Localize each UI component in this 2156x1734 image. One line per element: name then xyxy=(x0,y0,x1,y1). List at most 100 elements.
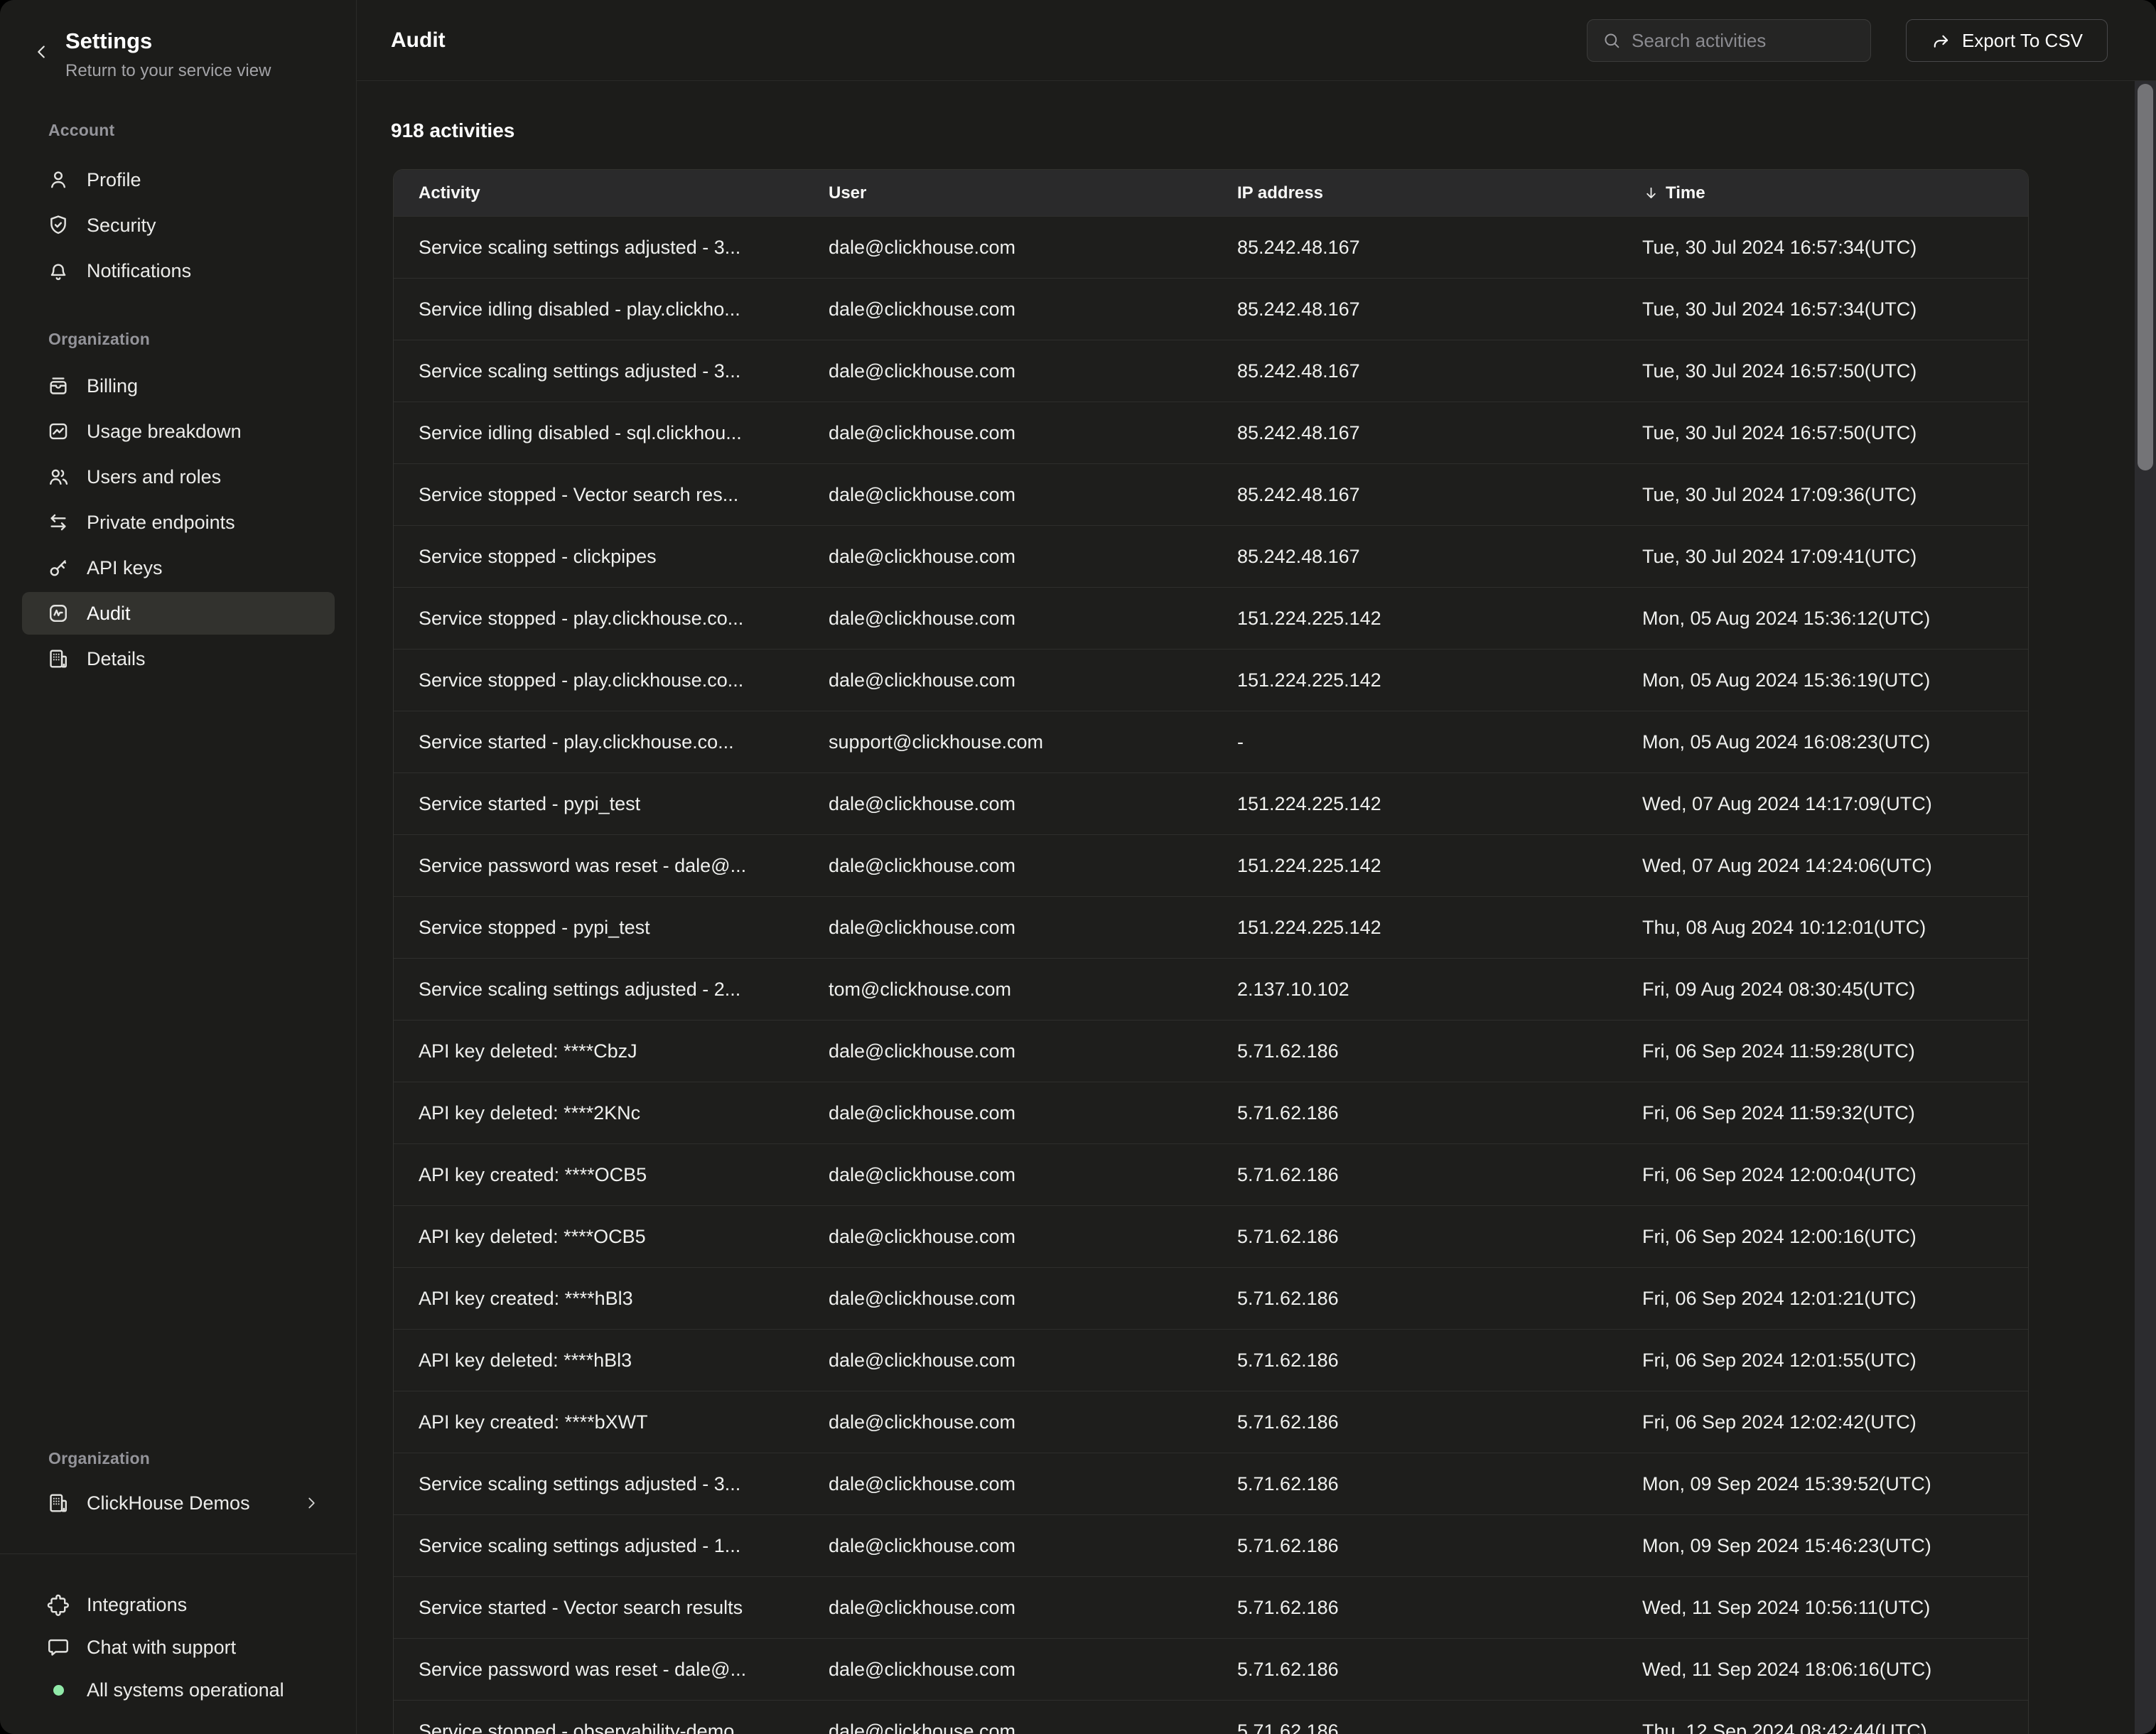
sidebar-item-billing[interactable]: Billing xyxy=(22,365,335,407)
building-icon xyxy=(45,1490,72,1517)
cell-time: Thu, 12 Sep 2024 08:42:44(UTC) xyxy=(1642,1720,2028,1734)
table-row[interactable]: API key deleted: ****2KNc dale@clickhous… xyxy=(394,1082,2028,1143)
cell-time: Tue, 30 Jul 2024 16:57:50(UTC) xyxy=(1642,422,2028,444)
cell-activity: Service stopped - play.clickhouse.co... xyxy=(419,608,829,630)
table-row[interactable]: Service started - Vector search results … xyxy=(394,1576,2028,1638)
cell-user: dale@clickhouse.com xyxy=(829,298,1237,321)
person-icon xyxy=(45,166,72,193)
sidebar-item-private-endpoints[interactable]: Private endpoints xyxy=(22,501,335,544)
sort-down-icon xyxy=(1642,184,1660,202)
cell-time: Tue, 30 Jul 2024 17:09:41(UTC) xyxy=(1642,546,2028,568)
sidebar-item-users-and-roles[interactable]: Users and roles xyxy=(22,456,335,498)
cell-activity: API key created: ****OCB5 xyxy=(419,1164,829,1186)
till-icon xyxy=(45,372,72,399)
table-row[interactable]: Service stopped - pypi_test dale@clickho… xyxy=(394,896,2028,958)
scrollbar-track[interactable] xyxy=(2135,81,2156,1734)
cell-ip-address: 5.71.62.186 xyxy=(1237,1535,1642,1557)
table-row[interactable]: Service idling disabled - play.clickho..… xyxy=(394,278,2028,340)
table-row[interactable]: API key deleted: ****CbzJ dale@clickhous… xyxy=(394,1020,2028,1082)
table-body: Service scaling settings adjusted - 3...… xyxy=(394,216,2028,1734)
cell-user: dale@clickhouse.com xyxy=(829,1411,1237,1433)
org-switcher-label: ClickHouse Demos xyxy=(87,1492,250,1514)
account-nav: Profile Security Notifications xyxy=(0,158,357,295)
table-row[interactable]: Service started - pypi_test dale@clickho… xyxy=(394,772,2028,834)
org-switcher-clickhouse-demos[interactable]: ClickHouse Demos xyxy=(22,1482,335,1524)
back-button[interactable] xyxy=(27,38,55,67)
cell-activity: API key deleted: ****CbzJ xyxy=(419,1040,829,1062)
settings-title: Settings xyxy=(65,28,152,54)
table-header-row: Activity User IP address Time xyxy=(394,170,2028,216)
search-box xyxy=(1587,19,1871,62)
cell-ip-address: 5.71.62.186 xyxy=(1237,1164,1642,1186)
cell-user: dale@clickhouse.com xyxy=(829,1535,1237,1557)
cell-activity: Service stopped - play.clickhouse.co... xyxy=(419,669,829,691)
search-input[interactable] xyxy=(1632,30,1870,52)
scrollbar-thumb[interactable] xyxy=(2138,84,2153,470)
column-header-time[interactable]: Time xyxy=(1642,183,2028,203)
table-row[interactable]: Service idling disabled - sql.clickhou..… xyxy=(394,402,2028,463)
table-row[interactable]: Service stopped - clickpipes dale@clickh… xyxy=(394,525,2028,587)
column-header-activity[interactable]: Activity xyxy=(419,183,829,203)
sidebar-item-audit[interactable]: Audit xyxy=(22,592,335,635)
cell-user: dale@clickhouse.com xyxy=(829,237,1237,259)
cell-ip-address: 151.224.225.142 xyxy=(1237,669,1642,691)
table-row[interactable]: Service scaling settings adjusted - 1...… xyxy=(394,1514,2028,1576)
chevron-left-icon xyxy=(31,41,52,65)
sidebar-item-profile[interactable]: Profile xyxy=(22,158,335,201)
users-icon xyxy=(45,463,72,490)
table-row[interactable]: Service stopped - play.clickhouse.co... … xyxy=(394,587,2028,649)
cell-ip-address: 5.71.62.186 xyxy=(1237,1288,1642,1310)
sidebar-item-usage-breakdown[interactable]: Usage breakdown xyxy=(22,410,335,453)
sidebar-item-details[interactable]: Details xyxy=(22,637,335,680)
cell-activity: API key deleted: ****hBl3 xyxy=(419,1350,829,1372)
table-row[interactable]: API key created: ****bXWT dale@clickhous… xyxy=(394,1391,2028,1453)
cell-time: Tue, 30 Jul 2024 16:57:34(UTC) xyxy=(1642,298,2028,321)
cell-ip-address: 2.137.10.102 xyxy=(1237,979,1642,1001)
cell-ip-address: 85.242.48.167 xyxy=(1237,237,1642,259)
cell-activity: Service scaling settings adjusted - 3... xyxy=(419,237,829,259)
table-row[interactable]: Service scaling settings adjusted - 3...… xyxy=(394,340,2028,402)
swap-arrows-icon xyxy=(45,509,72,536)
section-label-org-switcher: Organization xyxy=(48,1448,150,1469)
system-status-item[interactable]: All systems operational xyxy=(22,1669,335,1711)
table-row[interactable]: Service stopped - play.clickhouse.co... … xyxy=(394,649,2028,711)
footer-item-integrations[interactable]: Integrations xyxy=(22,1583,335,1626)
column-header-ip-address[interactable]: IP address xyxy=(1237,183,1642,203)
export-to-csv-button[interactable]: Export To CSV xyxy=(1906,19,2108,62)
cell-activity: Service password was reset - dale@... xyxy=(419,855,829,877)
table-row[interactable]: Service scaling settings adjusted - 3...… xyxy=(394,1453,2028,1514)
cell-time: Mon, 09 Sep 2024 15:46:23(UTC) xyxy=(1642,1535,2028,1557)
table-row[interactable]: API key deleted: ****hBl3 dale@clickhous… xyxy=(394,1329,2028,1391)
pulse-box-icon xyxy=(45,600,72,627)
cell-activity: Service scaling settings adjusted - 3... xyxy=(419,360,829,382)
table-row[interactable]: Service stopped - Vector search res... d… xyxy=(394,463,2028,525)
activities-count: 918 activities xyxy=(391,119,514,142)
table-row[interactable]: Service scaling settings adjusted - 2...… xyxy=(394,958,2028,1020)
cell-ip-address: 5.71.62.186 xyxy=(1237,1720,1642,1734)
table-row[interactable]: API key created: ****OCB5 dale@clickhous… xyxy=(394,1143,2028,1205)
footer-item-chat-with-support[interactable]: Chat with support xyxy=(22,1626,335,1669)
cell-ip-address: 151.224.225.142 xyxy=(1237,855,1642,877)
sidebar-item-security[interactable]: Security xyxy=(22,204,335,247)
cell-user: dale@clickhouse.com xyxy=(829,1102,1237,1124)
key-icon xyxy=(45,554,72,581)
cell-activity: Service started - pypi_test xyxy=(419,793,829,815)
table-row[interactable]: API key deleted: ****OCB5 dale@clickhous… xyxy=(394,1205,2028,1267)
table-row[interactable]: Service started - play.clickhouse.co... … xyxy=(394,711,2028,772)
cell-ip-address: 85.242.48.167 xyxy=(1237,546,1642,568)
sidebar-item-notifications[interactable]: Notifications xyxy=(22,249,335,292)
table-row[interactable]: Service scaling settings adjusted - 3...… xyxy=(394,216,2028,278)
cell-time: Mon, 09 Sep 2024 15:39:52(UTC) xyxy=(1642,1473,2028,1495)
table-row[interactable]: API key created: ****hBl3 dale@clickhous… xyxy=(394,1267,2028,1329)
cell-time: Fri, 06 Sep 2024 12:00:04(UTC) xyxy=(1642,1164,2028,1186)
cell-activity: Service stopped - Vector search res... xyxy=(419,484,829,506)
table-row[interactable]: Service password was reset - dale@... da… xyxy=(394,1638,2028,1700)
sidebar-item-api-keys[interactable]: API keys xyxy=(22,546,335,589)
column-header-user[interactable]: User xyxy=(829,183,1237,203)
cell-activity: Service scaling settings adjusted - 2... xyxy=(419,979,829,1001)
cell-activity: API key deleted: ****OCB5 xyxy=(419,1226,829,1248)
cell-user: dale@clickhouse.com xyxy=(829,1288,1237,1310)
cell-activity: Service scaling settings adjusted - 1... xyxy=(419,1535,829,1557)
table-row[interactable]: Service password was reset - dale@... da… xyxy=(394,834,2028,896)
table-row[interactable]: Service stopped - observability-demo dal… xyxy=(394,1700,2028,1734)
